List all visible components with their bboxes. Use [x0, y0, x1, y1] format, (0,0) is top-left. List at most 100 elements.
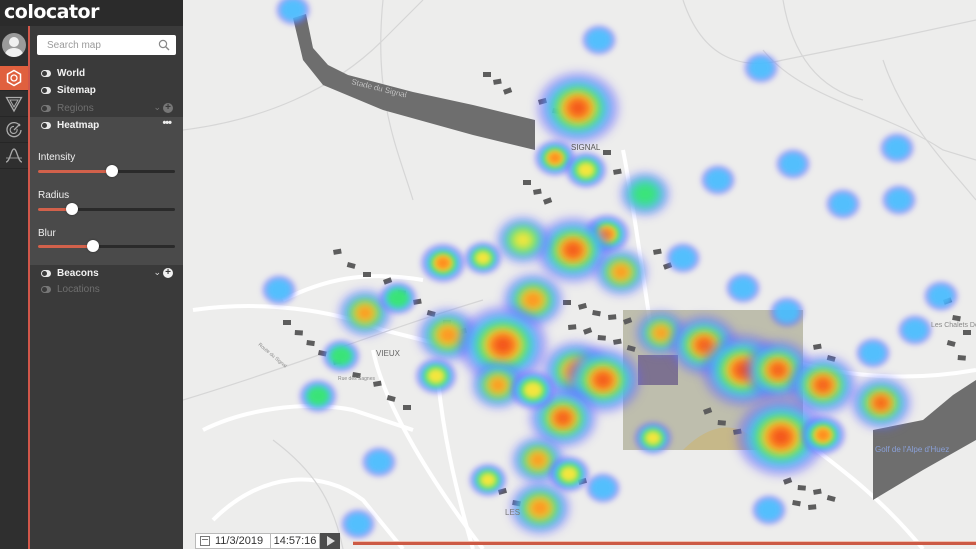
- layer-heatmap[interactable]: Heatmap •••: [30, 117, 183, 134]
- chevron-down-icon[interactable]: ⌄: [153, 267, 161, 278]
- layer-beacons-label: Beacons: [57, 268, 99, 279]
- heat-blob: [266, 278, 292, 302]
- building: [608, 314, 617, 320]
- building: [502, 87, 513, 95]
- heat-blob: [874, 397, 888, 409]
- intensity-fill: [38, 170, 112, 173]
- building: [542, 197, 553, 205]
- layer-regions-toggle[interactable]: [41, 105, 51, 112]
- building: [403, 405, 411, 410]
- layer-locations[interactable]: Locations: [30, 281, 183, 298]
- heatmap-section: Heatmap ••• Intensity Radius Blur: [30, 117, 183, 265]
- building: [583, 327, 593, 335]
- app-header: colocator: [0, 0, 183, 26]
- search-input[interactable]: [47, 35, 157, 55]
- heat-blob: [886, 188, 912, 212]
- intensity-slider[interactable]: [38, 165, 175, 177]
- add-region-icon[interactable]: +: [163, 103, 173, 113]
- layer-world-toggle[interactable]: [41, 70, 51, 77]
- timeline-scrubber[interactable]: [353, 541, 976, 545]
- chevron-down-icon[interactable]: ⌄: [153, 102, 161, 113]
- radar-icon: [6, 122, 22, 138]
- blur-fill: [38, 245, 93, 248]
- heat-blob: [884, 136, 910, 160]
- heat-blob: [652, 325, 670, 341]
- building: [797, 485, 806, 491]
- heat-blob: [630, 181, 660, 207]
- search-box: [37, 35, 176, 55]
- heat-blob: [559, 466, 579, 482]
- heat-blob: [780, 152, 806, 176]
- layer-regions-label: Regions: [57, 103, 94, 114]
- app-logo: colocator: [4, 1, 99, 23]
- rail-radar-button[interactable]: [0, 118, 28, 143]
- heat-blob: [474, 250, 492, 266]
- blur-slider[interactable]: [38, 240, 175, 252]
- funnel-triangle-icon: [5, 96, 23, 113]
- heat-blob: [387, 288, 409, 308]
- heat-blob: [576, 162, 596, 178]
- bell-curve-icon: [5, 148, 23, 163]
- rail-layers-button[interactable]: [0, 66, 28, 91]
- heat-blob: [815, 378, 831, 392]
- rail-distribution-button[interactable]: [0, 144, 28, 169]
- add-beacon-icon[interactable]: +: [163, 268, 173, 278]
- time-field[interactable]: 14:57:16: [271, 533, 320, 549]
- heat-blob: [330, 346, 352, 366]
- heat-blob: [594, 373, 612, 387]
- heat-blob: [705, 168, 731, 192]
- vieux-label: VIEUX: [376, 349, 401, 358]
- more-options-icon[interactable]: •••: [162, 117, 172, 129]
- heat-blob: [522, 291, 544, 309]
- heat-blob: [564, 243, 582, 257]
- timeline-controls: 11/3/2019 14:57:16: [195, 533, 340, 549]
- signal-label: SIGNAL: [571, 143, 601, 152]
- heat-blob: [830, 192, 856, 216]
- heatmap-map[interactable]: Stade du Signal Golf de l'Alpe d'Huez SI…: [183, 0, 976, 549]
- heat-blob: [586, 28, 612, 52]
- search-icon[interactable]: [158, 39, 170, 51]
- building: [957, 355, 966, 361]
- building: [813, 343, 822, 350]
- building: [333, 248, 342, 255]
- layer-sitemap[interactable]: Sitemap: [30, 82, 183, 99]
- layer-world[interactable]: World: [30, 65, 183, 82]
- layer-beacons[interactable]: Beacons ⌄ +: [30, 265, 183, 282]
- building: [808, 504, 817, 510]
- rail-filter-button[interactable]: [0, 92, 28, 117]
- radius-handle[interactable]: [66, 203, 79, 215]
- building: [783, 477, 793, 485]
- building: [568, 324, 577, 330]
- layer-regions[interactable]: Regions ⌄ +: [30, 100, 183, 117]
- layer-locations-toggle[interactable]: [41, 286, 51, 293]
- layer-heatmap-toggle[interactable]: [41, 122, 51, 129]
- layer-sitemap-toggle[interactable]: [41, 87, 51, 94]
- radius-label: Radius: [38, 190, 70, 201]
- building: [294, 330, 303, 336]
- radius-slider[interactable]: [38, 203, 175, 215]
- date-value: 11/3/2019: [215, 535, 264, 547]
- building: [613, 168, 622, 175]
- intensity-handle[interactable]: [105, 165, 118, 177]
- play-button[interactable]: [320, 533, 340, 549]
- building: [813, 488, 822, 495]
- building: [483, 72, 491, 77]
- sitemap-building: [638, 355, 678, 385]
- route-label: Route du Signal: [257, 342, 288, 369]
- building: [653, 248, 662, 255]
- heat-blob: [511, 229, 535, 251]
- map-canvas[interactable]: Stade du Signal Golf de l'Alpe d'Huez SI…: [183, 0, 976, 549]
- building: [597, 335, 606, 341]
- heat-blob: [426, 368, 446, 384]
- date-picker[interactable]: 11/3/2019: [195, 533, 271, 549]
- heat-blob: [366, 450, 392, 474]
- layer-sitemap-label: Sitemap: [57, 85, 96, 96]
- user-avatar[interactable]: [2, 33, 26, 57]
- heat-blob: [493, 336, 513, 354]
- blur-handle[interactable]: [86, 240, 99, 252]
- layers-panel: World Sitemap Regions ⌄ + Heatmap ••• In…: [30, 26, 183, 549]
- heat-blob: [590, 476, 616, 500]
- heat-blob: [696, 338, 712, 352]
- heat-blob: [774, 300, 800, 324]
- layer-beacons-toggle[interactable]: [41, 270, 51, 277]
